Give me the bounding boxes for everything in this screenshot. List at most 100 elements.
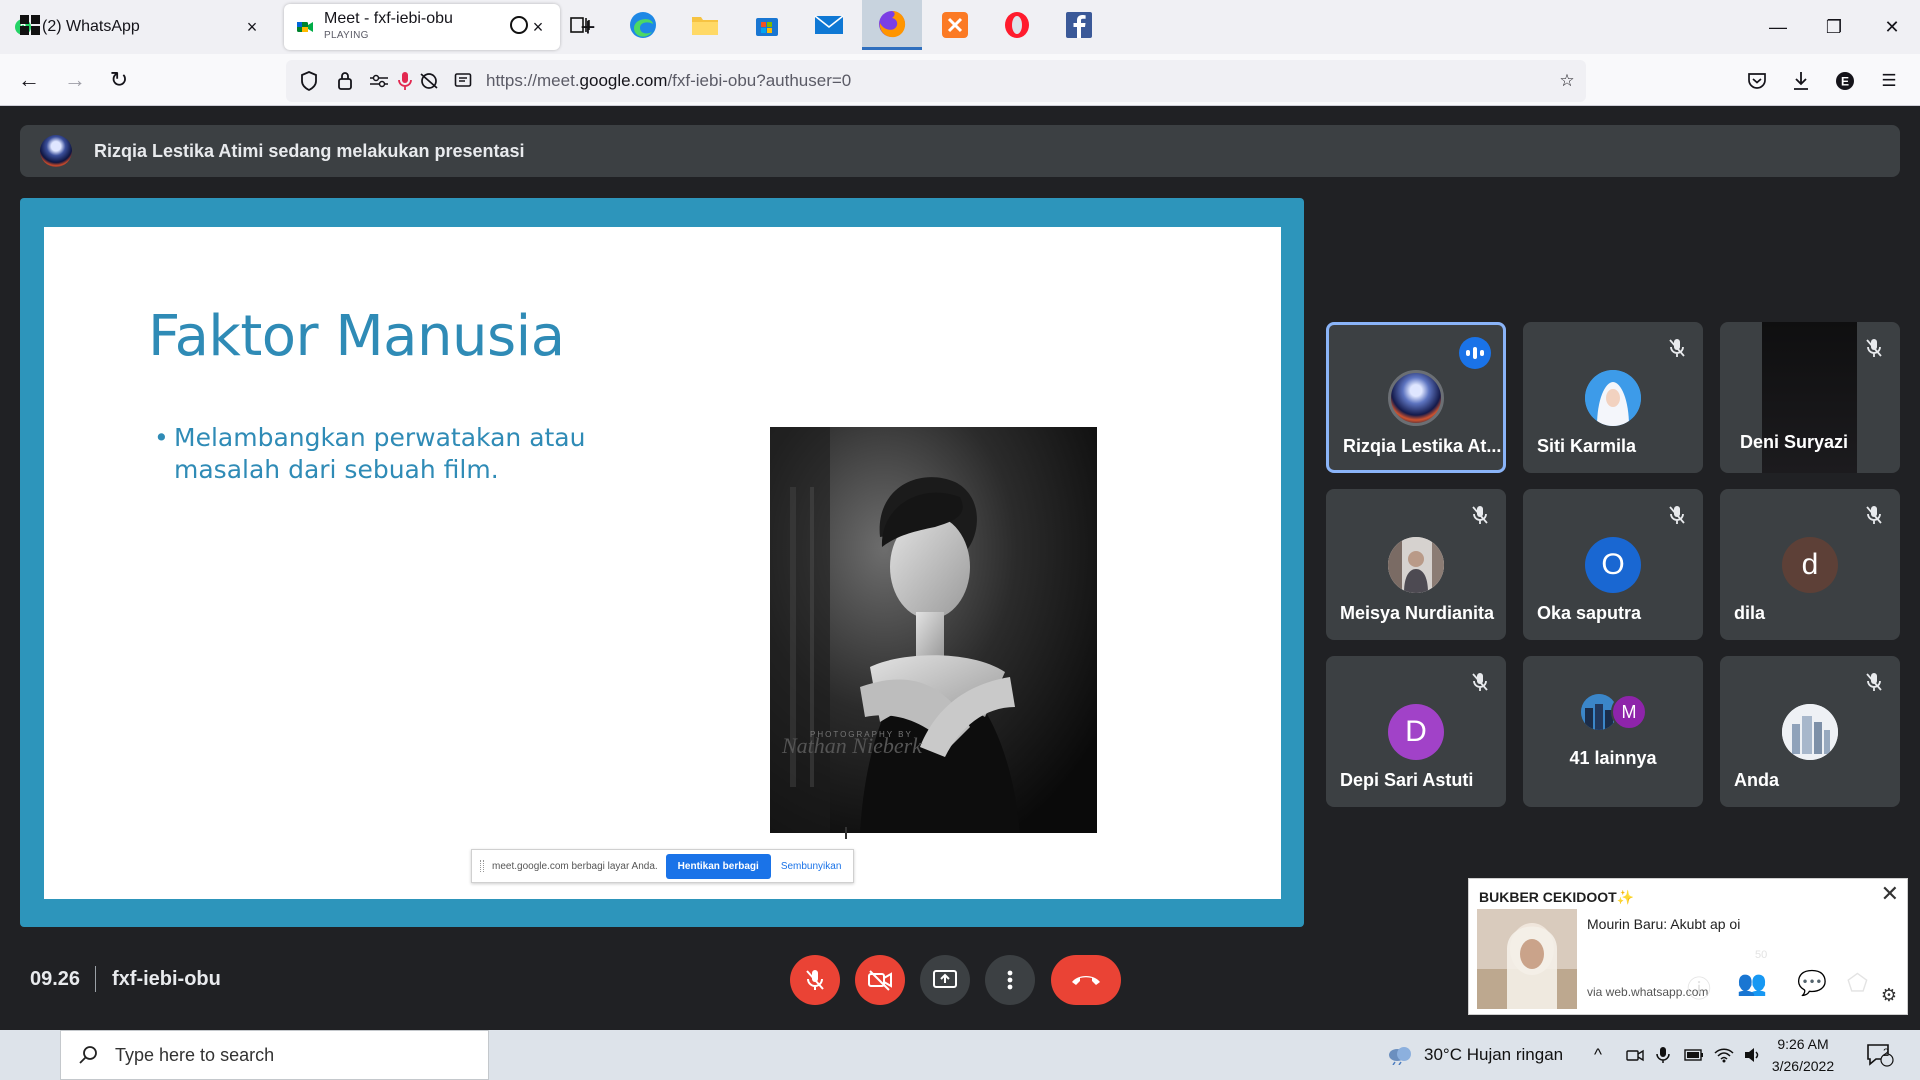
system-clock[interactable]: 9:26 AM 3/26/2022 bbox=[1758, 1033, 1848, 1077]
present-screen-button[interactable] bbox=[920, 955, 970, 1005]
chat-icon: 💬 bbox=[1797, 970, 1827, 997]
participant-avatar: M bbox=[1611, 694, 1647, 730]
account-avatar-icon[interactable]: E bbox=[1834, 70, 1856, 92]
muted-microphone-icon bbox=[1663, 334, 1691, 362]
microsoft-store-icon[interactable] bbox=[742, 0, 792, 50]
more-options-button[interactable] bbox=[985, 955, 1035, 1005]
wifi-icon[interactable] bbox=[1714, 1030, 1734, 1080]
weather-widget[interactable]: 30°C Hujan ringan bbox=[1386, 1030, 1563, 1080]
forward-arrow-icon[interactable]: → bbox=[58, 63, 92, 97]
toggle-microphone-button[interactable] bbox=[790, 955, 840, 1005]
hide-share-bar-button[interactable]: Sembunyikan bbox=[781, 861, 842, 872]
slide-title: Faktor Manusia bbox=[148, 304, 565, 369]
edge-browser-icon[interactable] bbox=[618, 0, 668, 50]
participant-tile[interactable]: D Depi Sari Astuti bbox=[1326, 656, 1506, 807]
muted-microphone-icon bbox=[1860, 501, 1888, 529]
tab-title: Meet - fxf-iebi-obu bbox=[324, 11, 453, 27]
muted-microphone-icon bbox=[1663, 501, 1691, 529]
stop-sharing-button[interactable]: Hentikan berbagi bbox=[665, 853, 771, 879]
slide-photo: PHOTOGRAPHY BY Nathan Nieberk bbox=[770, 427, 1097, 833]
participant-tile-others[interactable]: M 41 lainnya bbox=[1523, 656, 1703, 807]
show-hidden-icons[interactable]: ^ bbox=[1594, 1030, 1602, 1080]
people-count-badge: 50 bbox=[1755, 949, 1768, 961]
download-icon[interactable] bbox=[1790, 70, 1812, 92]
clock-date: 3/26/2022 bbox=[1771, 1058, 1835, 1074]
shield-icon[interactable] bbox=[298, 70, 320, 92]
speaking-indicator-icon bbox=[1459, 337, 1491, 369]
present-screen-icon bbox=[933, 970, 957, 988]
xampp-icon[interactable] bbox=[930, 0, 980, 50]
notification-image bbox=[1477, 909, 1577, 1009]
mail-icon[interactable] bbox=[804, 0, 854, 50]
toggle-camera-button[interactable] bbox=[855, 955, 905, 1005]
svg-text:E: E bbox=[1841, 75, 1849, 89]
rain-cloud-icon bbox=[1389, 1047, 1411, 1065]
action-center-icon[interactable]: 2 bbox=[1866, 1030, 1894, 1080]
slide-bullet: • Melambangkan perwatakan atau masalah d… bbox=[154, 422, 624, 486]
meet-camera-tray-icon[interactable] bbox=[1626, 1030, 1644, 1080]
muted-microphone-icon bbox=[1860, 334, 1888, 362]
settings-gear-icon[interactable]: ⚙ bbox=[1881, 985, 1897, 1006]
windows-start-icon[interactable] bbox=[0, 0, 60, 50]
url-text[interactable]: https://meet.google.com/fxf-iebi-obu?aut… bbox=[486, 70, 851, 92]
back-arrow-icon[interactable]: ← bbox=[12, 63, 46, 97]
meeting-code: fxf-iebi-obu bbox=[112, 968, 221, 990]
bookmark-star-icon[interactable]: ☆ bbox=[1556, 70, 1578, 92]
cortana-icon[interactable] bbox=[494, 0, 544, 50]
participant-avatar bbox=[1388, 537, 1444, 593]
camera-off-icon bbox=[868, 970, 892, 991]
divider bbox=[95, 966, 96, 992]
drag-handle-icon[interactable] bbox=[480, 860, 484, 872]
microphone-active-icon[interactable] bbox=[394, 70, 416, 92]
participant-tile[interactable]: Rizqia Lestika At... bbox=[1326, 322, 1506, 473]
clock-time: 9:26 AM bbox=[1777, 1036, 1829, 1052]
muted-microphone-icon bbox=[1466, 668, 1494, 696]
meeting-time: 09.26 bbox=[30, 968, 81, 990]
screen-share-bar: meet.google.com berbagi layar Anda. Hent… bbox=[471, 849, 854, 883]
participant-name: Rizqia Lestika At... bbox=[1343, 436, 1502, 456]
firefox-icon[interactable] bbox=[862, 0, 922, 50]
muted-microphone-icon bbox=[1860, 668, 1888, 696]
share-message: meet.google.com berbagi layar Anda. bbox=[492, 860, 658, 872]
close-window-icon[interactable]: ✕ bbox=[1872, 10, 1912, 44]
task-view-icon[interactable] bbox=[555, 0, 605, 50]
microphone-tray-icon[interactable] bbox=[1656, 1030, 1670, 1080]
close-tab-icon[interactable]: × bbox=[242, 17, 262, 38]
reload-icon[interactable]: ↻ bbox=[102, 63, 136, 97]
participant-name: Siti Karmila bbox=[1537, 436, 1637, 456]
participant-avatar bbox=[1585, 370, 1641, 426]
leave-call-button[interactable] bbox=[1051, 955, 1121, 1005]
participant-tile[interactable]: Siti Karmila bbox=[1523, 322, 1703, 473]
search-placeholder: Type here to search bbox=[115, 1044, 275, 1065]
reader-view-icon[interactable] bbox=[452, 70, 474, 92]
participant-tile[interactable]: d dila bbox=[1720, 489, 1900, 640]
activities-icon: ⬠ bbox=[1847, 970, 1868, 997]
lock-icon[interactable] bbox=[334, 70, 356, 92]
hamburger-menu-icon[interactable]: ☰ bbox=[1878, 70, 1900, 92]
participant-tile[interactable]: O Oka saputra bbox=[1523, 489, 1703, 640]
camera-blocked-icon[interactable] bbox=[418, 70, 440, 92]
participant-tile[interactable]: Meisya Nurdianita bbox=[1326, 489, 1506, 640]
participant-tile[interactable]: Deni Suryazi bbox=[1720, 322, 1900, 473]
muted-microphone-icon bbox=[1466, 501, 1494, 529]
notification-title: BUKBER CEKIDOOT✨ bbox=[1479, 889, 1635, 905]
participant-name: dila bbox=[1734, 603, 1766, 623]
close-notification-icon[interactable]: ✕ bbox=[1881, 881, 1899, 907]
facebook-icon[interactable] bbox=[1054, 0, 1104, 50]
whatsapp-notification[interactable]: BUKBER CEKIDOOT✨ ✕ Mourin Baru: Akubt ap… bbox=[1468, 878, 1908, 1015]
pocket-icon[interactable] bbox=[1746, 70, 1768, 92]
participant-avatar bbox=[1388, 370, 1444, 426]
minimize-icon[interactable]: — bbox=[1758, 10, 1798, 44]
battery-icon[interactable] bbox=[1684, 1030, 1704, 1080]
opera-icon[interactable] bbox=[992, 0, 1042, 50]
address-bar[interactable] bbox=[286, 60, 1586, 102]
presenting-text: Rizqia Lestika Atimi sedang melakukan pr… bbox=[94, 140, 525, 161]
participant-avatar: d bbox=[1782, 537, 1838, 593]
restore-icon[interactable]: ❐ bbox=[1814, 10, 1854, 44]
presenter-avatar bbox=[40, 135, 72, 167]
taskbar-search-box[interactable]: Type here to search bbox=[60, 1030, 489, 1080]
hang-up-icon bbox=[1072, 976, 1100, 985]
file-explorer-icon[interactable] bbox=[680, 0, 730, 50]
permissions-icon[interactable] bbox=[368, 70, 390, 92]
participant-tile-self[interactable]: Anda bbox=[1720, 656, 1900, 807]
